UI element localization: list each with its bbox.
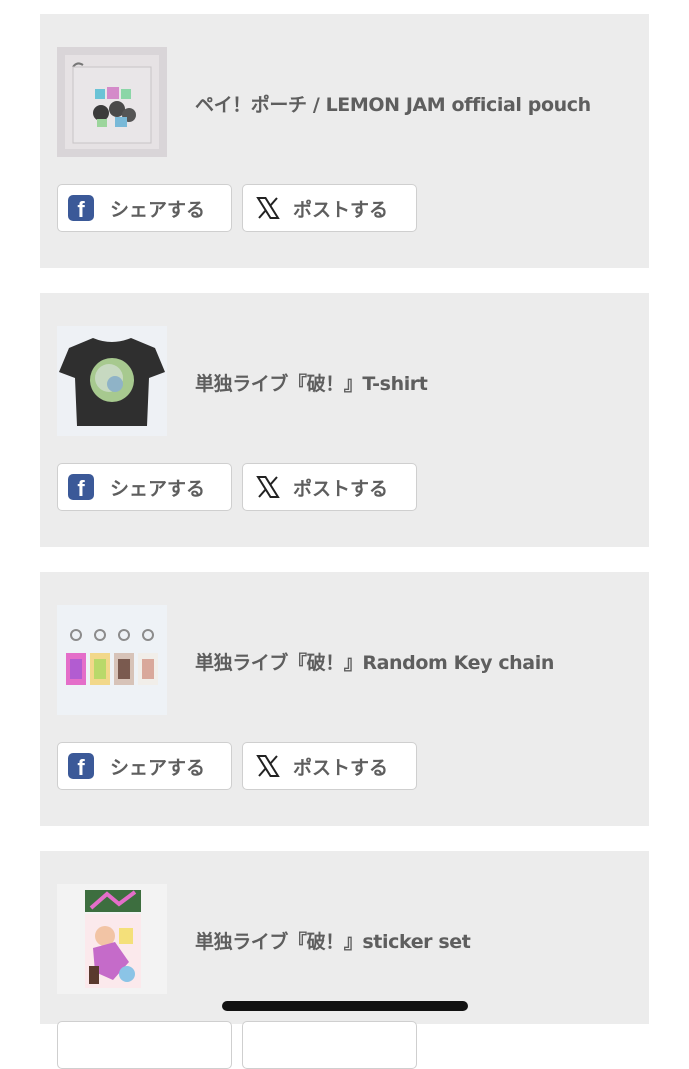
product-image-tshirt[interactable] <box>57 326 167 436</box>
product-card: 単独ライブ『破！』sticker set <box>40 851 649 1069</box>
facebook-icon: f <box>68 753 94 779</box>
product-card: ペイ！ポーチ / LEMON JAM official pouch f シェアす… <box>40 14 649 268</box>
product-image-keychain[interactable] <box>57 605 167 715</box>
facebook-share-button[interactable]: f シェアする <box>57 463 232 511</box>
facebook-share-button[interactable]: f シェアする <box>57 742 232 790</box>
x-post-label: ポストする <box>293 198 389 221</box>
x-post-label: ポストする <box>293 477 389 500</box>
x-icon <box>256 755 280 777</box>
facebook-share-button[interactable]: f シェアする <box>57 184 232 232</box>
product-title[interactable]: ペイ！ポーチ / LEMON JAM official pouch <box>195 90 591 117</box>
product-card: 単独ライブ『破！』Random Key chain f シェアする ポストする <box>40 572 649 826</box>
product-card: 単独ライブ『破！』T-shirt f シェアする ポストする <box>40 293 649 547</box>
product-title[interactable]: 単独ライブ『破！』sticker set <box>195 927 471 954</box>
product-title[interactable]: 単独ライブ『破！』T-shirt <box>195 369 428 396</box>
product-image-pouch[interactable] <box>57 47 167 157</box>
facebook-share-label: シェアする <box>110 198 206 221</box>
facebook-share-label: シェアする <box>110 756 206 779</box>
x-post-button[interactable]: ポストする <box>242 184 417 232</box>
product-title[interactable]: 単独ライブ『破！』Random Key chain <box>195 648 554 675</box>
x-icon <box>256 476 280 498</box>
x-post-button[interactable]: ポストする <box>242 742 417 790</box>
x-icon <box>256 197 280 219</box>
x-post-button[interactable] <box>242 1021 417 1069</box>
x-post-button[interactable]: ポストする <box>242 463 417 511</box>
x-post-label: ポストする <box>293 756 389 779</box>
facebook-icon: f <box>68 195 94 221</box>
facebook-icon: f <box>68 474 94 500</box>
facebook-share-label: シェアする <box>110 477 206 500</box>
product-image-sticker[interactable] <box>57 884 167 994</box>
facebook-share-button[interactable] <box>57 1021 232 1069</box>
home-indicator[interactable] <box>222 1001 468 1011</box>
